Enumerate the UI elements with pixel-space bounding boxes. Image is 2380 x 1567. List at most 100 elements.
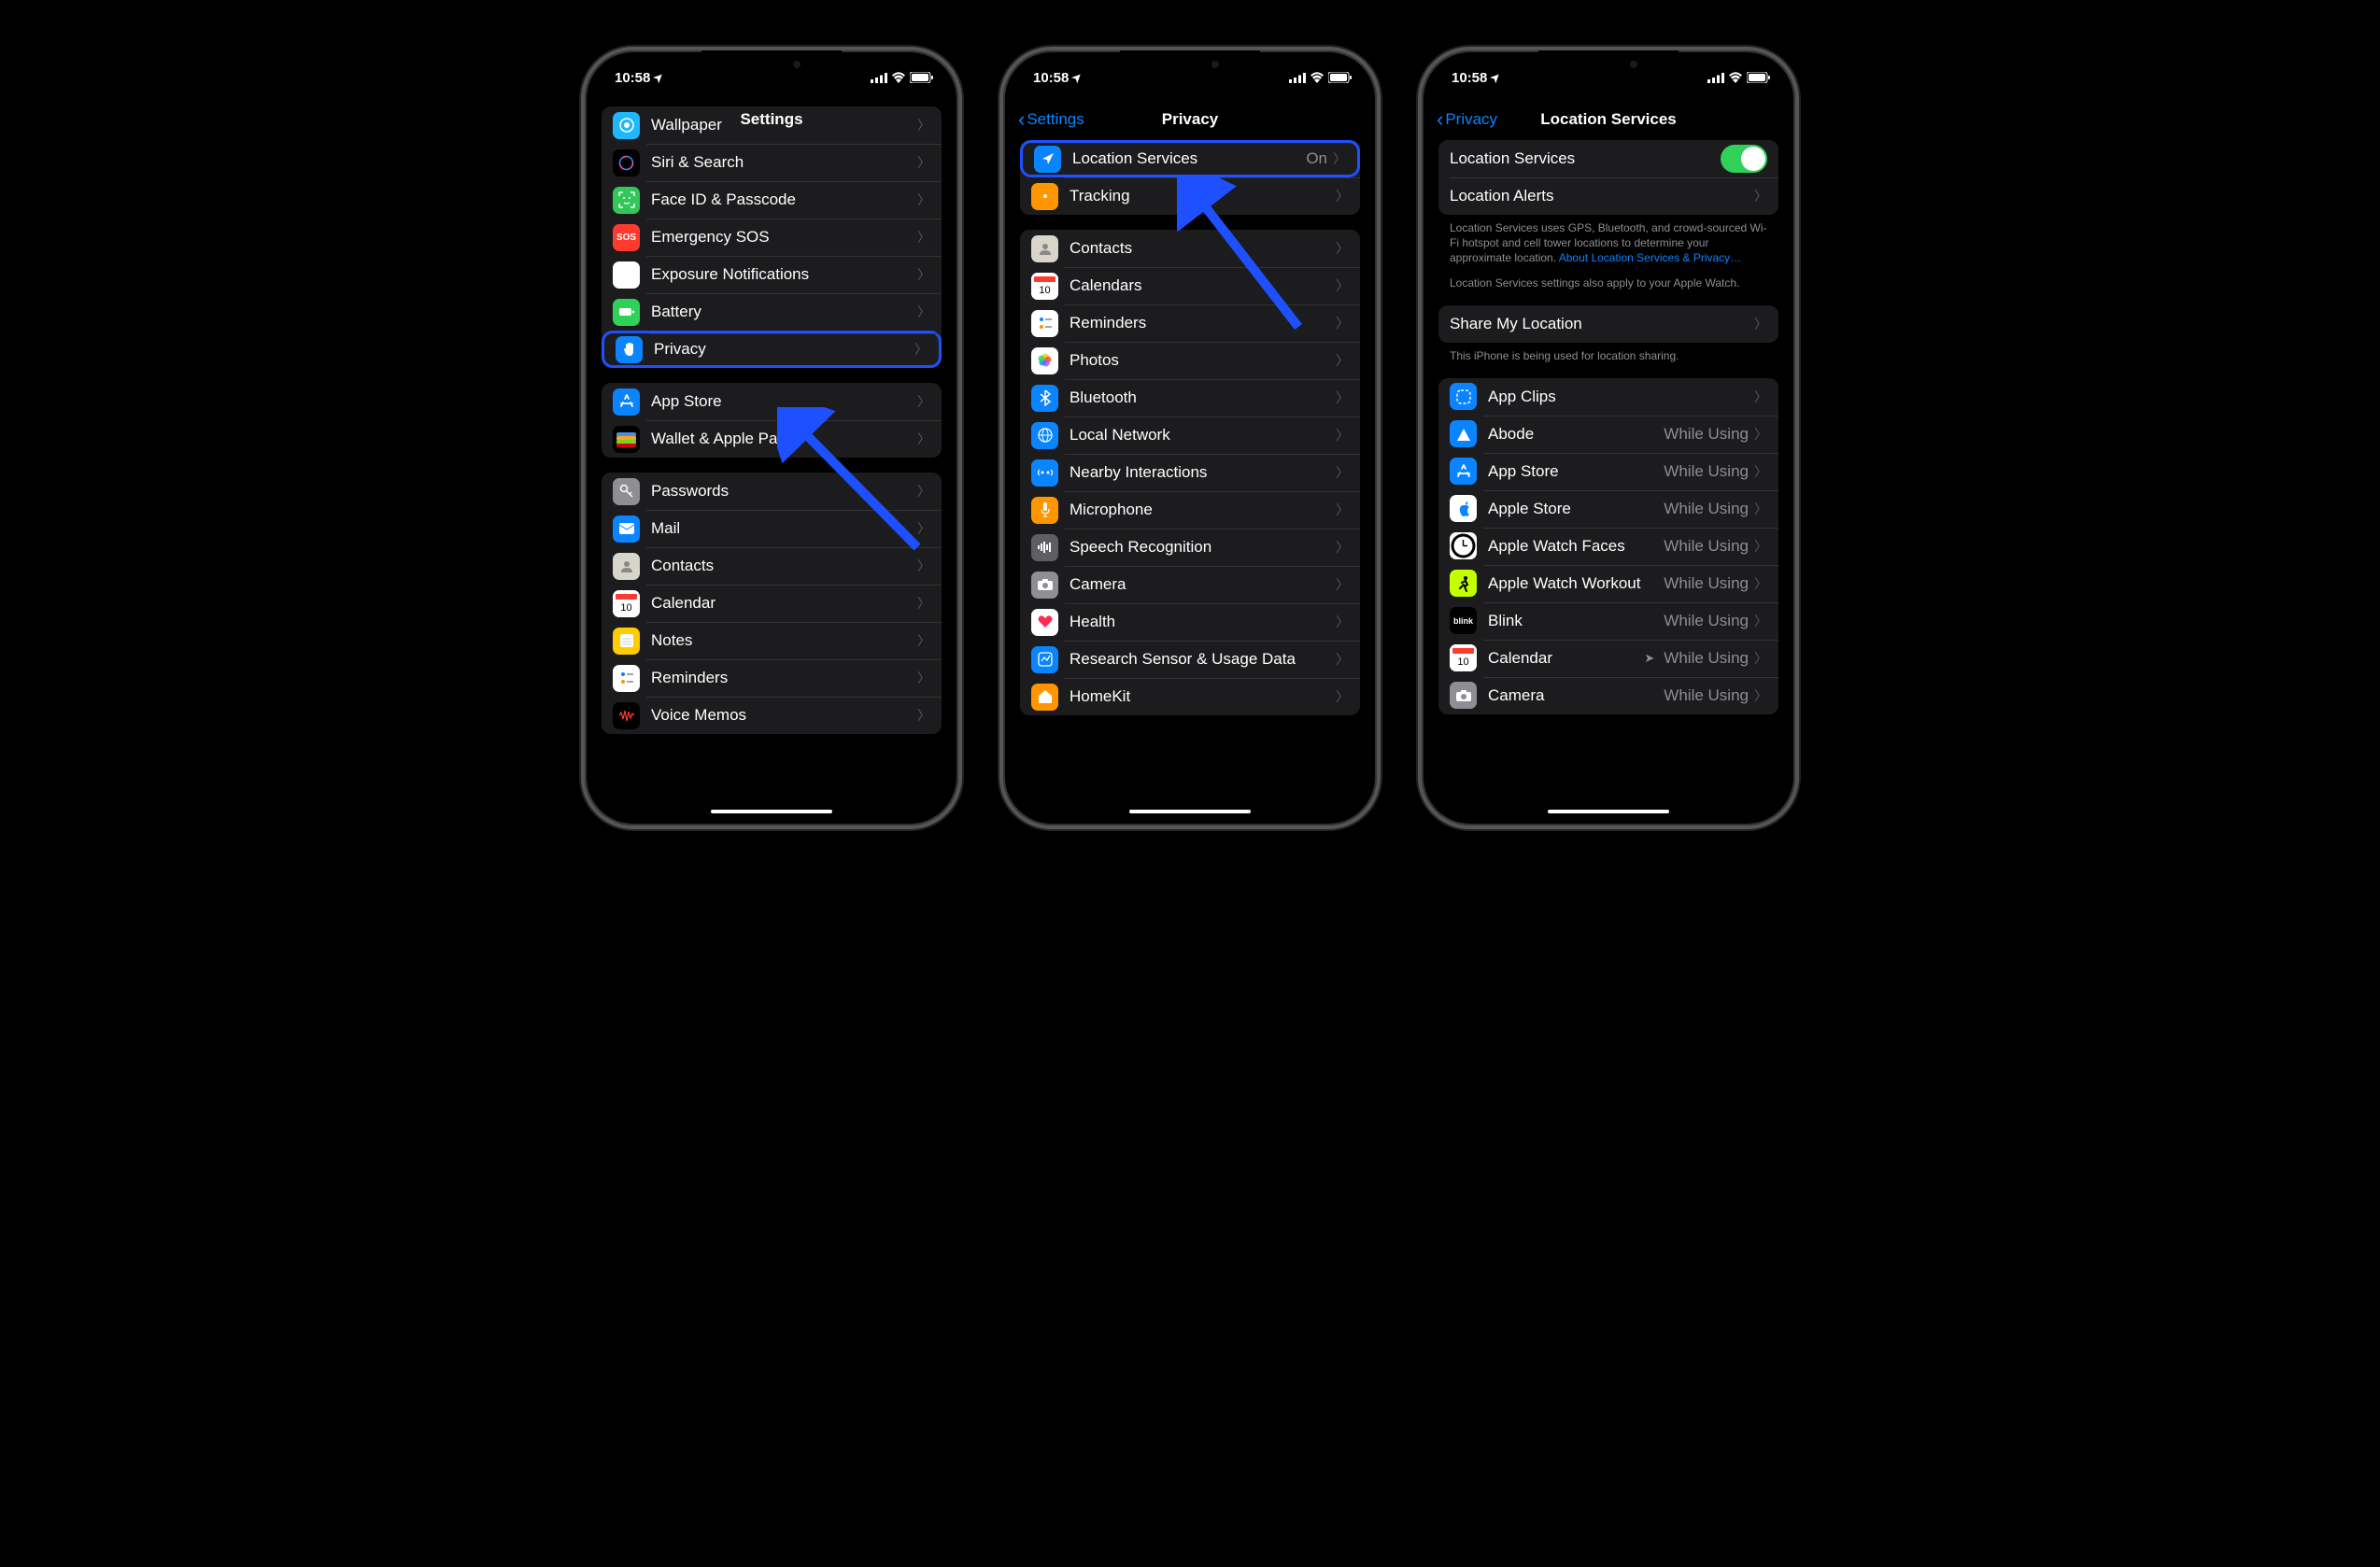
setting-label: Wallpaper (651, 116, 912, 134)
setting-row-blink[interactable]: blinkBlinkWhile Using〉 (1438, 602, 1778, 640)
setting-row-camera-loc[interactable]: CameraWhile Using〉 (1438, 677, 1778, 714)
setting-row-voicememos[interactable]: Voice Memos〉 (602, 697, 942, 734)
setting-row-loc-toggle[interactable]: Location Services (1438, 140, 1778, 177)
back-button[interactable]: ‹Privacy (1437, 107, 1497, 132)
setting-row-p-health[interactable]: Health〉 (1020, 603, 1360, 641)
chevron-right-icon: 〉 (1754, 574, 1767, 593)
setting-row-p-localnet[interactable]: Local Network〉 (1020, 416, 1360, 454)
home-indicator[interactable] (1129, 810, 1251, 813)
footer-link[interactable]: About Location Services & Privacy… (1559, 251, 1741, 264)
chevron-right-icon: 〉 (1333, 149, 1346, 168)
setting-row-calendar[interactable]: 10Calendar〉 (602, 585, 942, 622)
setting-row-exposure[interactable]: Exposure Notifications〉 (602, 256, 942, 293)
chevron-right-icon: 〉 (1336, 426, 1349, 445)
notes-icon (613, 628, 640, 655)
setting-row-app-clips[interactable]: App Clips〉 (1438, 378, 1778, 416)
setting-label: Apple Watch Faces (1488, 537, 1658, 556)
setting-row-p-research[interactable]: Research Sensor & Usage Data〉 (1020, 641, 1360, 678)
workout-icon (1450, 570, 1477, 597)
chevron-right-icon: 〉 (1336, 575, 1349, 594)
setting-label: Siri & Search (651, 153, 912, 172)
chevron-right-icon: 〉 (1754, 500, 1767, 518)
setting-row-p-photos[interactable]: Photos〉 (1020, 342, 1360, 379)
chevron-right-icon: 〉 (1336, 501, 1349, 519)
setting-row-notes[interactable]: Notes〉 (602, 622, 942, 659)
setting-row-share-loc[interactable]: Share My Location〉 (1438, 305, 1778, 343)
setting-row-watch-faces[interactable]: Apple Watch Faces While Using 〉 (1438, 528, 1778, 565)
notch (701, 50, 842, 77)
watch-icon (1450, 532, 1477, 559)
chevron-right-icon: 〉 (917, 557, 930, 575)
setting-row-siri[interactable]: Siri & Search〉 (602, 144, 942, 181)
status-time: 10:58 (1033, 70, 1069, 86)
location-content[interactable]: Location Services Location Alerts〉 Locatio… (1427, 140, 1790, 820)
setting-row-loc-alerts[interactable]: Location Alerts〉 (1438, 177, 1778, 215)
setting-row-privacy[interactable]: Privacy〉 (602, 331, 942, 368)
research-icon (1031, 646, 1058, 673)
setting-row-apple-store[interactable]: Apple StoreWhile Using〉 (1438, 490, 1778, 528)
chevron-right-icon: 〉 (1336, 239, 1349, 258)
setting-label: Voice Memos (651, 706, 912, 725)
setting-row-reminders[interactable]: Reminders〉 (602, 659, 942, 697)
chevron-right-icon: 〉 (1336, 650, 1349, 669)
setting-row-app-store-loc[interactable]: App StoreWhile Using〉 (1438, 453, 1778, 490)
setting-row-calendar-loc[interactable]: 10Calendar➤While Using〉 (1438, 640, 1778, 677)
setting-row-p-bluetooth[interactable]: Bluetooth〉 (1020, 379, 1360, 416)
chevron-right-icon: 〉 (1754, 315, 1767, 333)
home-indicator[interactable] (711, 810, 832, 813)
setting-row-wallpaper[interactable]: Wallpaper〉 (602, 106, 942, 144)
chevron-right-icon: 〉 (1754, 537, 1767, 556)
status-icons (1289, 72, 1353, 83)
cellular-icon (1289, 73, 1306, 83)
contacts-icon (1031, 235, 1058, 262)
nav-title: Privacy (1162, 110, 1219, 129)
photos-icon (1031, 347, 1058, 374)
appstore-icon (1450, 458, 1477, 485)
bluetooth-icon (1031, 385, 1058, 412)
battery-icon (1747, 72, 1771, 83)
home-indicator[interactable] (1548, 810, 1669, 813)
setting-value: While Using (1664, 537, 1749, 556)
annotation-arrow (777, 407, 927, 557)
nav-bar: ‹Settings Privacy (1009, 99, 1371, 140)
setting-row-abode[interactable]: AbodeWhile Using〉 (1438, 416, 1778, 453)
setting-row-watch-workout[interactable]: Apple Watch WorkoutWhile Using〉 (1438, 565, 1778, 602)
setting-label: Microphone (1070, 501, 1330, 519)
group-footer: Location Services settings also apply to… (1450, 275, 1767, 290)
setting-row-sos[interactable]: SOSEmergency SOS〉 (602, 219, 942, 256)
setting-row-faceid[interactable]: Face ID & Passcode 〉 (602, 181, 942, 219)
location-arrow-icon: ➤ (1488, 69, 1504, 85)
wifi-icon (1728, 72, 1743, 83)
back-button[interactable]: ‹Settings (1018, 107, 1084, 132)
setting-row-p-camera[interactable]: Camera〉 (1020, 566, 1360, 603)
blink-icon: blink (1450, 607, 1477, 634)
setting-label: HomeKit (1070, 687, 1330, 706)
setting-value: While Using (1664, 574, 1749, 593)
setting-row-p-mic[interactable]: Microphone 〉 (1020, 491, 1360, 529)
settings-group: Share My Location〉 (1438, 305, 1778, 343)
contacts-icon (613, 553, 640, 580)
chevron-right-icon: 〉 (1754, 612, 1767, 630)
setting-row-p-homekit[interactable]: HomeKit〉 (1020, 678, 1360, 715)
chevron-right-icon: 〉 (917, 191, 930, 209)
svg-text:10: 10 (620, 602, 631, 614)
chevron-right-icon: 〉 (917, 265, 930, 284)
chevron-right-icon: 〉 (917, 594, 930, 613)
chevron-right-icon: 〉 (917, 631, 930, 650)
setting-label: Photos (1070, 351, 1330, 370)
setting-row-p-speech[interactable]: Speech Recognition〉 (1020, 529, 1360, 566)
toggle-switch[interactable] (1721, 145, 1767, 173)
setting-row-p-nearby[interactable]: Nearby Interactions〉 (1020, 454, 1360, 491)
setting-label: Bluetooth (1070, 388, 1330, 407)
setting-value: While Using (1664, 425, 1749, 444)
setting-row-battery[interactable]: Battery〉 (602, 293, 942, 331)
setting-value: While Using (1664, 500, 1749, 518)
camera-icon (1031, 572, 1058, 599)
wallpaper-icon (613, 112, 640, 139)
globe-icon (1031, 422, 1058, 449)
setting-label: Location Services (1450, 149, 1721, 168)
setting-row-location-services[interactable]: Location ServicesOn〉 (1020, 140, 1360, 177)
phone-location-services: 10:58➤ ‹Privacy Location Services Locati… (1418, 47, 1799, 829)
setting-label: Face ID & Passcode (651, 191, 912, 209)
key-icon (613, 478, 640, 505)
